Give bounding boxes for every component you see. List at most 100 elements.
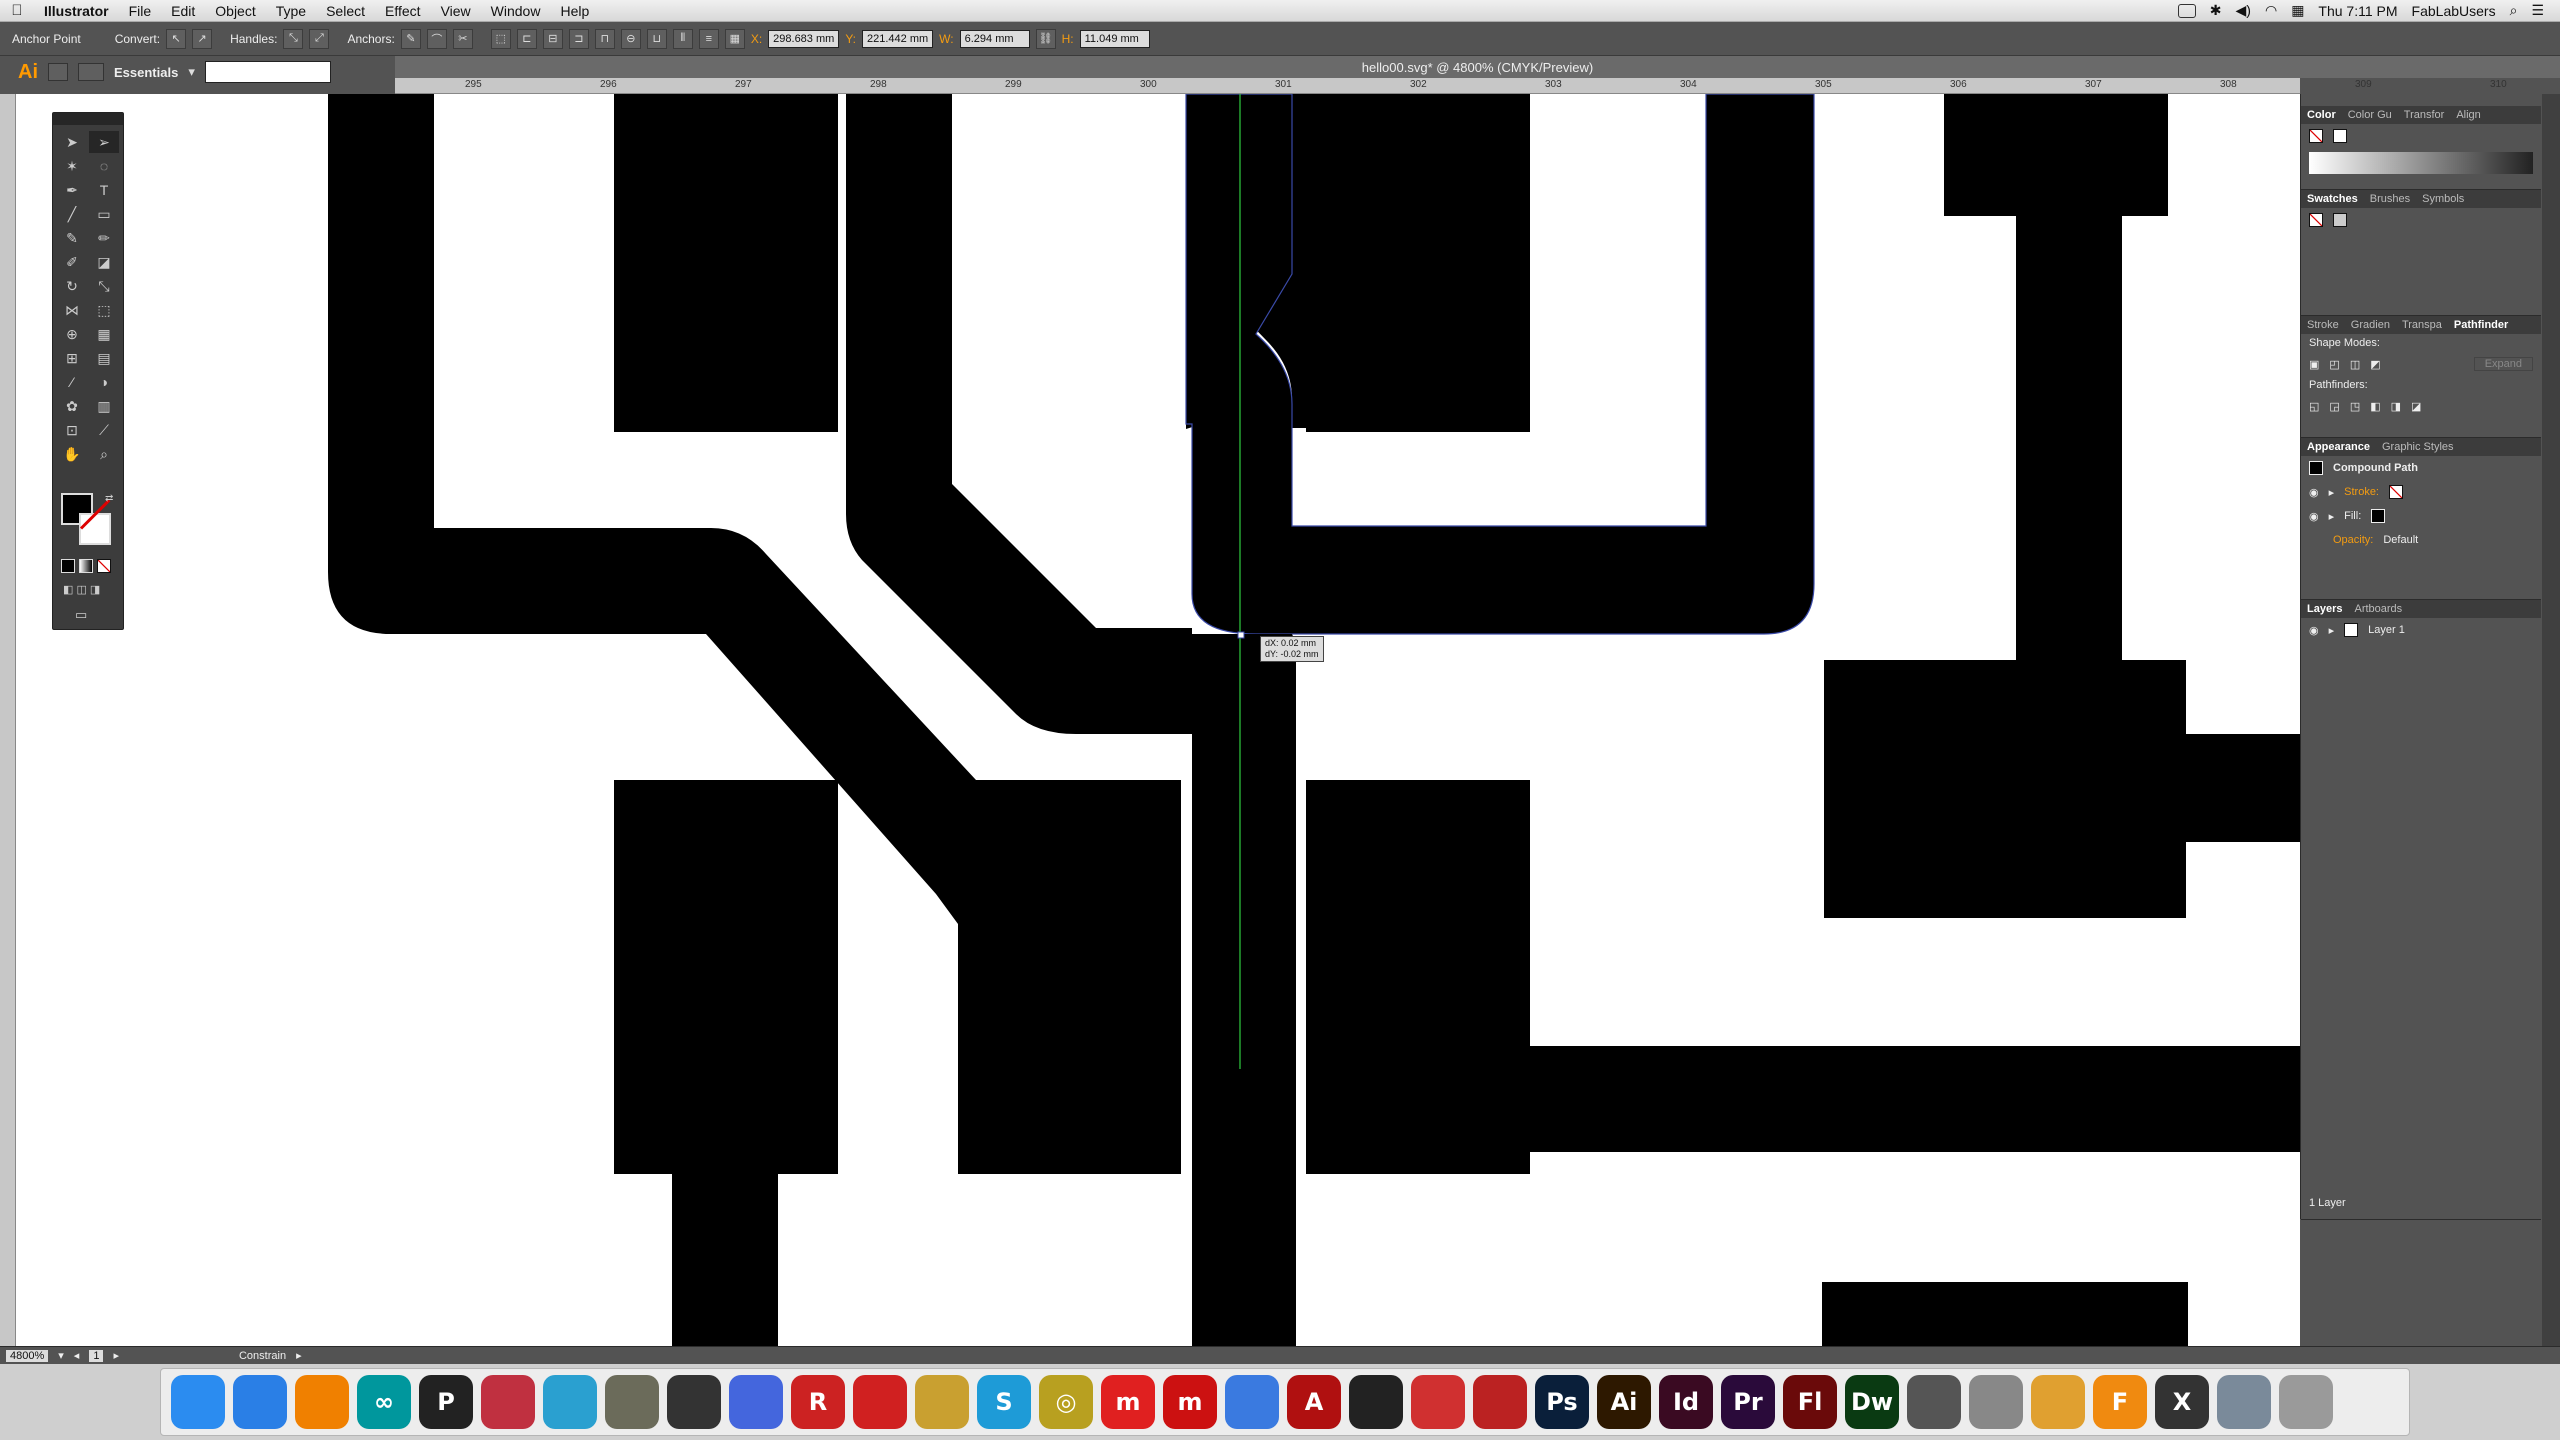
3d-app-icon[interactable] xyxy=(481,1375,535,1429)
none-mode-icon[interactable] xyxy=(97,559,111,573)
symbol-sprayer-tool-icon[interactable]: ✿ xyxy=(57,395,87,417)
vlc-icon[interactable] xyxy=(295,1375,349,1429)
remove-anchor-icon[interactable]: ✎ xyxy=(400,28,421,49)
width-tool-icon[interactable]: ⋈ xyxy=(57,299,87,321)
menu-effect[interactable]: Effect xyxy=(375,3,431,19)
tab-color[interactable]: Color xyxy=(2307,109,2336,121)
modeling-app-icon[interactable] xyxy=(729,1375,783,1429)
cut-path-icon[interactable]: ✂ xyxy=(452,28,473,49)
bridge-icon[interactable] xyxy=(48,63,68,81)
hide-handles-icon[interactable]: ⤢ xyxy=(309,28,330,49)
stroke-swatch[interactable] xyxy=(79,513,111,545)
minus-back-icon[interactable]: ◪ xyxy=(2411,400,2421,413)
fill-attribute-label[interactable]: Fill: xyxy=(2344,510,2361,522)
divide-icon[interactable]: ◱ xyxy=(2309,400,2319,413)
constrain-link-icon[interactable]: ⛓ xyxy=(1035,28,1056,49)
transform-ref-icon[interactable]: ▦ xyxy=(724,28,745,49)
type-tool-icon[interactable]: T xyxy=(89,179,119,201)
cheese-app-icon[interactable] xyxy=(915,1375,969,1429)
app-menu[interactable]: Illustrator xyxy=(34,3,119,19)
zoom-dropdown-icon[interactable]: ▾ xyxy=(58,1349,64,1362)
distribute-v-icon[interactable]: ≡ xyxy=(698,28,719,49)
w-field[interactable]: 6.294 mm xyxy=(959,29,1030,48)
pen-tool-icon[interactable]: ✒ xyxy=(57,179,87,201)
stroke-attribute-label[interactable]: Stroke: xyxy=(2344,486,2379,498)
workspace-switcher[interactable]: Essentials xyxy=(114,65,178,80)
shape-builder-tool-icon[interactable]: ⊕ xyxy=(57,323,87,345)
menu-object[interactable]: Object xyxy=(205,3,265,19)
photos-icon[interactable] xyxy=(2031,1375,2085,1429)
eyedropper-tool-icon[interactable]: ⁄ xyxy=(57,371,87,393)
cut-app-icon[interactable] xyxy=(1349,1375,1403,1429)
menu-window[interactable]: Window xyxy=(481,3,551,19)
right-scrollbar[interactable] xyxy=(2542,94,2560,1346)
indesign-icon[interactable]: Id xyxy=(1659,1375,1713,1429)
align-left-icon[interactable]: ⊏ xyxy=(516,28,537,49)
x11-icon[interactable]: X xyxy=(2155,1375,2209,1429)
artboard-canvas[interactable] xyxy=(16,94,2300,1346)
gradient-mode-icon[interactable] xyxy=(79,559,93,573)
intersect-icon[interactable]: ◫ xyxy=(2350,358,2360,371)
lasso-tool-icon[interactable]: ◌ xyxy=(89,155,119,177)
gradient-tool-icon[interactable]: ▤ xyxy=(89,347,119,369)
column-graph-tool-icon[interactable]: ▥ xyxy=(89,395,119,417)
fusion360-icon[interactable]: F xyxy=(2093,1375,2147,1429)
eraser-tool-icon[interactable]: ◪ xyxy=(89,251,119,273)
hand-tool-icon[interactable]: ✋ xyxy=(57,443,87,465)
display-icon[interactable] xyxy=(2177,3,2196,18)
makerbot-icon[interactable]: m xyxy=(1101,1375,1155,1429)
h-field[interactable]: 11.049 mm xyxy=(1079,29,1150,48)
sketchup-icon[interactable] xyxy=(1411,1375,1465,1429)
layer-expand-icon[interactable]: ▸ xyxy=(2329,624,2335,637)
tab-color-guide[interactable]: Color Gu xyxy=(2348,109,2392,121)
expand-triangle-icon[interactable]: ▸ xyxy=(2329,510,2335,523)
search-input[interactable] xyxy=(204,61,331,83)
tab-symbols[interactable]: Symbols xyxy=(2422,193,2464,205)
illustrator-icon[interactable]: Ai xyxy=(1597,1375,1651,1429)
menu-select[interactable]: Select xyxy=(316,3,375,19)
tools-panel-header[interactable] xyxy=(53,113,123,125)
vector-app-icon[interactable] xyxy=(543,1375,597,1429)
scale-tool-icon[interactable]: ⤡ xyxy=(89,275,119,297)
zoom-field[interactable]: 4800% xyxy=(6,1349,49,1362)
roland-icon[interactable]: R xyxy=(791,1375,845,1429)
tab-brushes[interactable]: Brushes xyxy=(2370,193,2410,205)
align-center-icon[interactable]: ⊟ xyxy=(542,28,563,49)
y-field[interactable]: 221.442 mm xyxy=(862,29,934,48)
paintbrush-tool-icon[interactable]: ✎ xyxy=(57,227,87,249)
zoom-tool-icon[interactable]: ⌕ xyxy=(89,443,119,465)
tab-swatches[interactable]: Swatches xyxy=(2307,193,2358,205)
trash-icon[interactable] xyxy=(2279,1375,2333,1429)
tab-transparency[interactable]: Transpa xyxy=(2402,319,2442,331)
premiere-icon[interactable]: Pr xyxy=(1721,1375,1775,1429)
tab-stroke[interactable]: Stroke xyxy=(2307,319,2339,331)
distribute-h-icon[interactable]: ⫴ xyxy=(672,28,693,49)
tab-transform[interactable]: Transfor xyxy=(2404,109,2445,121)
isolate-icon[interactable]: ⬚ xyxy=(490,28,511,49)
menu-file[interactable]: File xyxy=(119,3,162,19)
finder-icon[interactable] xyxy=(171,1375,225,1429)
tab-gradient[interactable]: Gradien xyxy=(2351,319,2390,331)
appstore-icon[interactable] xyxy=(1225,1375,1279,1429)
clock[interactable]: Thu 7:11 PM xyxy=(2318,3,2397,19)
rectangle-tool-icon[interactable]: ▭ xyxy=(89,203,119,225)
layer-name[interactable]: Layer 1 xyxy=(2368,624,2405,636)
layer-visibility-eye-icon[interactable]: ◉ xyxy=(2309,624,2319,637)
opacity-attribute-label[interactable]: Opacity: xyxy=(2333,534,2373,546)
volume-icon[interactable]: ◀) xyxy=(2236,2,2251,19)
line-tool-icon[interactable]: ╱ xyxy=(57,203,87,225)
processing-icon[interactable]: P xyxy=(419,1375,473,1429)
minus-front-icon[interactable]: ◰ xyxy=(2329,358,2339,371)
wifi-icon[interactable]: ◠ xyxy=(2265,2,2277,19)
chevron-down-icon[interactable]: ▾ xyxy=(188,64,195,80)
fill-attribute-swatch[interactable] xyxy=(2371,509,2386,523)
rotate-tool-icon[interactable]: ↻ xyxy=(57,275,87,297)
apple-menu-icon[interactable]:  xyxy=(0,2,34,19)
color-none-swatch[interactable] xyxy=(2309,129,2323,143)
tab-appearance[interactable]: Appearance xyxy=(2307,441,2370,453)
menu-edit[interactable]: Edit xyxy=(161,3,205,19)
menu-view[interactable]: View xyxy=(431,3,481,19)
user-menu[interactable]: FabLabUsers xyxy=(2412,3,2496,19)
blob-brush-tool-icon[interactable]: ✐ xyxy=(57,251,87,273)
visibility-eye-icon[interactable]: ◉ xyxy=(2309,510,2319,523)
